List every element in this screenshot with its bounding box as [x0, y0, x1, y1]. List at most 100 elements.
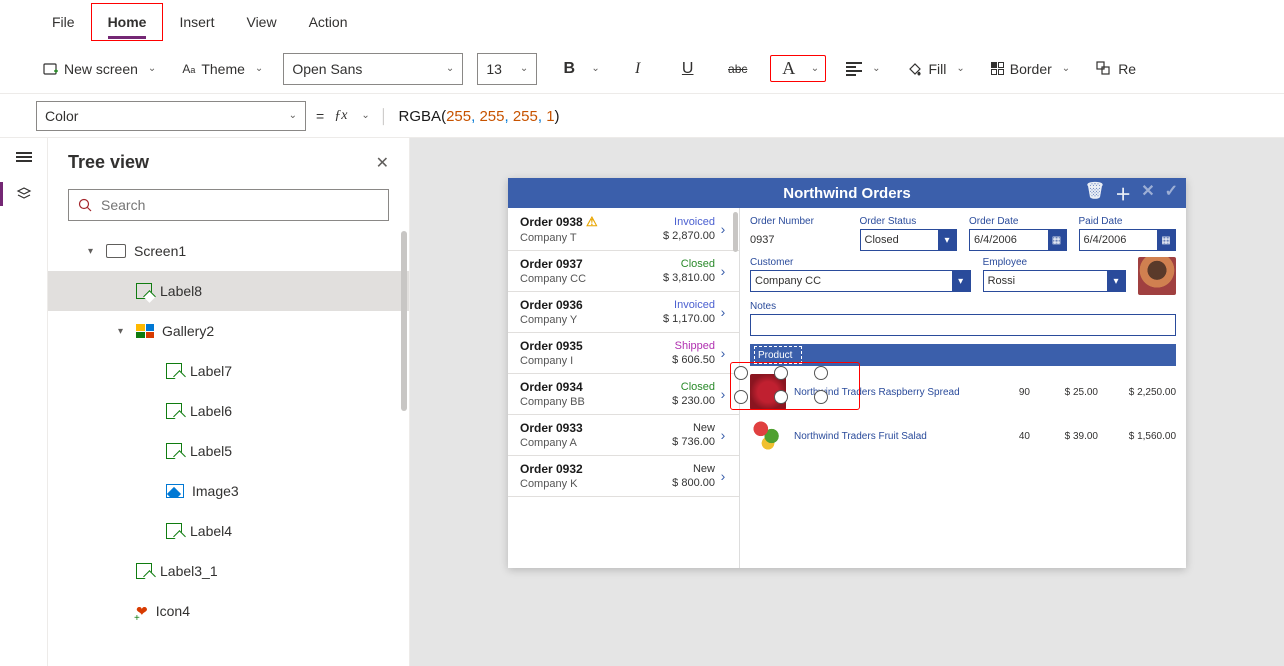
- order-amount: $ 800.00: [653, 477, 715, 489]
- label-icon: [166, 403, 182, 419]
- chevron-down-icon: ⌄: [811, 63, 819, 74]
- order-row[interactable]: Order 0932Company KNew$ 800.00›: [508, 456, 739, 497]
- chevron-right-icon[interactable]: ›: [715, 221, 731, 237]
- tree-item-label6[interactable]: Label6: [48, 391, 409, 431]
- screen-icon: [106, 244, 126, 258]
- tree-item-label8[interactable]: Label8: [48, 271, 409, 311]
- fill-label: Fill: [928, 61, 946, 77]
- plus-icon[interactable]: ＋: [1115, 181, 1131, 205]
- scrollbar-thumb[interactable]: [401, 231, 407, 411]
- canvas-area[interactable]: Northwind Orders 🗑 ＋ ✕ ✓ Order 0938 ⚠Com…: [410, 138, 1284, 666]
- order-id: Order 0937: [520, 257, 653, 271]
- tree-item-label7[interactable]: Label7: [48, 351, 409, 391]
- trash-icon[interactable]: 🗑: [1085, 181, 1105, 205]
- font-size-select[interactable]: 13 ⌄: [477, 53, 537, 85]
- italic-button[interactable]: I: [620, 56, 656, 82]
- order-amount: $ 230.00: [653, 395, 715, 407]
- order-row[interactable]: Order 0938 ⚠Company TInvoiced$ 2,870.00›: [508, 208, 739, 251]
- tree-view-icon[interactable]: [16, 186, 32, 202]
- order-row[interactable]: Order 0934Company BBClosed$ 230.00›: [508, 374, 739, 415]
- tab-view[interactable]: View: [230, 4, 292, 40]
- chevron-right-icon[interactable]: ›: [715, 427, 731, 443]
- tree-title: Tree view: [68, 152, 149, 173]
- tree-item-label: Gallery2: [162, 323, 214, 339]
- new-screen-button[interactable]: New screen ⌄: [36, 57, 162, 81]
- tree-search[interactable]: [68, 189, 389, 221]
- strikethrough-button[interactable]: abc: [720, 58, 756, 80]
- fill-button[interactable]: Fill ⌄: [900, 57, 970, 81]
- order-id: Order 0934: [520, 380, 653, 394]
- hamburger-icon[interactable]: [16, 150, 32, 164]
- gallery-icon: [136, 324, 154, 338]
- chevron-down-icon: ▾: [952, 270, 970, 292]
- tree-item-image3[interactable]: Image3: [48, 471, 409, 511]
- chevron-right-icon[interactable]: ›: [715, 304, 731, 320]
- order-status: New: [653, 422, 715, 434]
- tree-item-gallery2[interactable]: ▾ Gallery2: [48, 311, 409, 351]
- font-color-button[interactable]: A⌄: [770, 55, 826, 82]
- tree-item-label: Label3_1: [160, 563, 218, 579]
- chevron-right-icon[interactable]: ›: [715, 263, 731, 279]
- order-details: Order Number0937 Order StatusClosed▾ Ord…: [740, 208, 1186, 568]
- check-icon[interactable]: ✓: [1165, 181, 1178, 205]
- notes-input[interactable]: [750, 314, 1176, 336]
- tab-insert[interactable]: Insert: [163, 4, 230, 40]
- chevron-down-icon: ▾: [938, 229, 956, 251]
- tree-item-label4[interactable]: Label4: [48, 511, 409, 551]
- orders-list[interactable]: Order 0938 ⚠Company TInvoiced$ 2,870.00›…: [508, 208, 740, 568]
- order-amount: $ 1,170.00: [653, 313, 715, 325]
- order-company: Company Y: [520, 314, 653, 326]
- formula-input[interactable]: RGBA(255, 255, 255, 1): [399, 107, 560, 125]
- line-item[interactable]: Northwind Traders Fruit Salad40$ 39.00$ …: [750, 414, 1176, 458]
- order-row[interactable]: Order 0935Company IShipped$ 606.50›: [508, 333, 739, 374]
- label-icon: [166, 363, 182, 379]
- tab-home[interactable]: Home: [91, 3, 164, 41]
- chevron-down-icon: ⌄: [1062, 63, 1070, 74]
- app-header: Northwind Orders 🗑 ＋ ✕ ✓: [508, 178, 1186, 208]
- tab-file[interactable]: File: [36, 4, 91, 40]
- chevron-right-icon[interactable]: ›: [715, 345, 731, 361]
- cancel-icon[interactable]: ✕: [1141, 181, 1154, 205]
- equals-label: =: [316, 108, 324, 124]
- chevron-down-icon: ⌄: [289, 110, 297, 121]
- order-row[interactable]: Order 0936Company YInvoiced$ 1,170.00›: [508, 292, 739, 333]
- underline-button[interactable]: U: [670, 56, 706, 82]
- search-input[interactable]: [101, 197, 380, 213]
- tree-item-label3_1[interactable]: Label3_1: [48, 551, 409, 591]
- property-select[interactable]: Color ⌄: [36, 101, 306, 131]
- theme-button[interactable]: Aa Theme ⌄: [176, 57, 269, 81]
- tree-item-icon4[interactable]: ❤+Icon4: [48, 591, 409, 631]
- close-icon[interactable]: ✕: [376, 153, 389, 173]
- tree-item-label: Label6: [190, 403, 232, 419]
- border-button[interactable]: Border ⌄: [985, 57, 1076, 81]
- reorder-label: Re: [1118, 61, 1136, 77]
- align-button[interactable]: ⌄: [840, 56, 886, 82]
- order-status: New: [653, 463, 715, 475]
- chevron-down-icon: ⌄: [872, 63, 880, 74]
- chevron-right-icon[interactable]: ›: [715, 386, 731, 402]
- bold-button[interactable]: B⌄: [551, 56, 605, 82]
- order-status-select[interactable]: Closed▾: [860, 229, 958, 251]
- customer-select[interactable]: Company CC▾: [750, 270, 971, 292]
- font-family-select[interactable]: Open Sans ⌄: [283, 53, 463, 85]
- align-icon: [846, 60, 862, 78]
- tree-item-label5[interactable]: Label5: [48, 431, 409, 471]
- border-icon: [991, 62, 1004, 75]
- expand-icon[interactable]: ▾: [88, 246, 98, 257]
- employee-photo: [1138, 257, 1176, 295]
- tree-item-screen1[interactable]: ▾Screen1: [48, 231, 409, 271]
- order-date-picker[interactable]: 6/4/2006▦: [969, 229, 1067, 251]
- scrollbar-thumb[interactable]: [733, 212, 738, 252]
- paid-date-picker[interactable]: 6/4/2006▦: [1079, 229, 1177, 251]
- order-row[interactable]: Order 0933Company ANew$ 736.00›: [508, 415, 739, 456]
- reorder-button[interactable]: Re: [1090, 57, 1142, 81]
- tab-action[interactable]: Action: [293, 4, 364, 40]
- chevron-right-icon[interactable]: ›: [715, 468, 731, 484]
- app-preview: Northwind Orders 🗑 ＋ ✕ ✓ Order 0938 ⚠Com…: [508, 178, 1186, 568]
- order-company: Company CC: [520, 273, 653, 285]
- product-qty: 90: [990, 387, 1030, 398]
- chevron-down-icon[interactable]: ⌄: [361, 110, 369, 121]
- expand-icon[interactable]: ▾: [118, 326, 128, 337]
- order-row[interactable]: Order 0937Company CCClosed$ 3,810.00›: [508, 251, 739, 292]
- employee-select[interactable]: Rossi▾: [983, 270, 1126, 292]
